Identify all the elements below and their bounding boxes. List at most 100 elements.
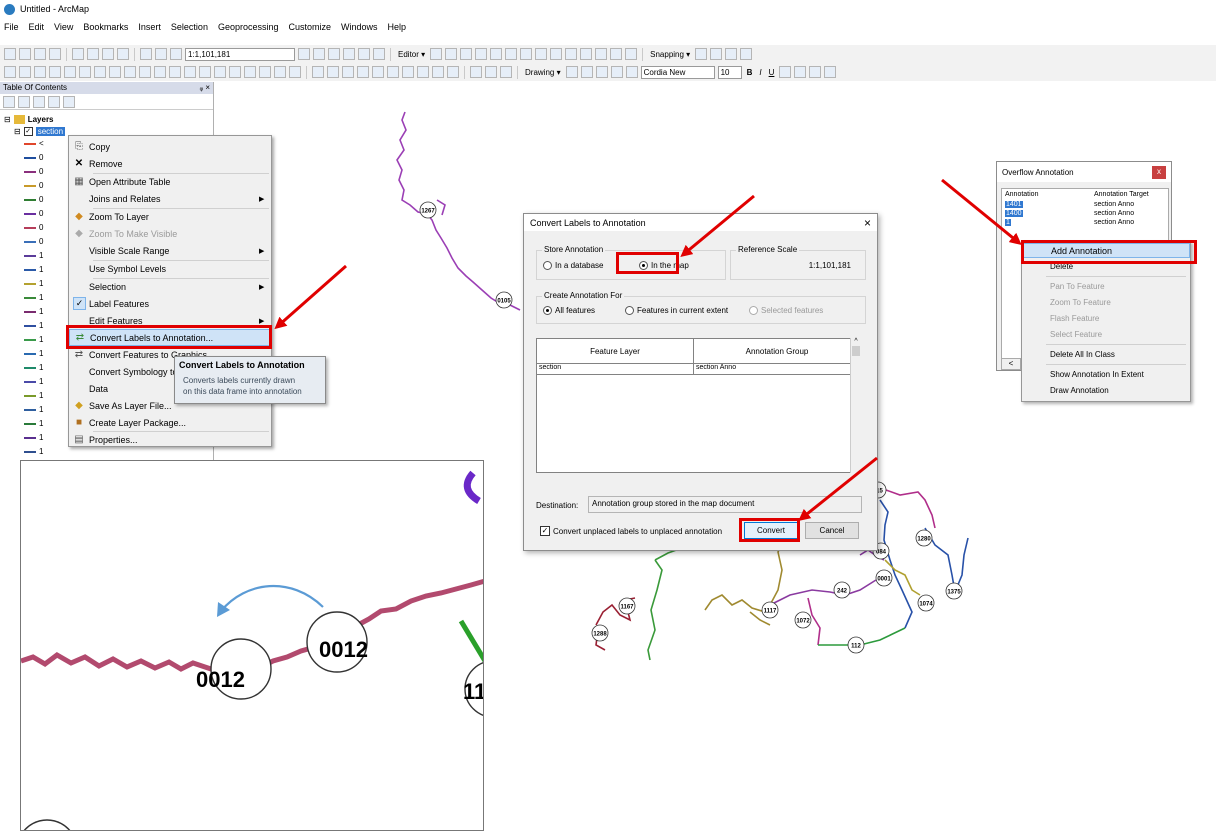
- menu-add-annotation[interactable]: Add Annotation: [1022, 243, 1190, 258]
- go-to-xy-icon[interactable]: [259, 66, 271, 78]
- radio-selected-features[interactable]: Selected features: [749, 306, 823, 315]
- undo-icon[interactable]: [140, 48, 152, 60]
- edge-snap-icon[interactable]: [740, 48, 753, 60]
- find-route-icon[interactable]: [244, 66, 256, 78]
- menu-draw-annotation[interactable]: Draw Annotation: [1022, 383, 1190, 398]
- cell-annotation-group[interactable]: section Anno: [694, 364, 860, 374]
- italic-button[interactable]: I: [759, 68, 761, 77]
- lock-labels-icon[interactable]: [357, 66, 369, 78]
- select-features-icon[interactable]: [124, 66, 136, 78]
- menu-pan-to-feature[interactable]: Pan To Feature: [1022, 279, 1190, 294]
- legend-item[interactable]: <: [24, 139, 44, 148]
- font-combo[interactable]: Cordia New: [640, 65, 715, 79]
- menu-zoom-to-make-visible[interactable]: ◆ Zoom To Make Visible: [69, 225, 271, 242]
- marker-color-icon[interactable]: [824, 66, 837, 78]
- legend-item[interactable]: 1: [24, 293, 43, 302]
- menu-select-feature[interactable]: Select Feature: [1022, 327, 1190, 342]
- legend-item[interactable]: 1: [24, 307, 43, 316]
- identify-icon[interactable]: [169, 66, 181, 78]
- legend-item[interactable]: 1: [24, 447, 43, 456]
- scroll-thumb[interactable]: [852, 346, 860, 356]
- radio-in-map[interactable]: In the map: [639, 261, 689, 270]
- arctoolbox-icon[interactable]: [358, 48, 370, 60]
- attributes-icon[interactable]: [595, 48, 608, 60]
- legend-item[interactable]: 1: [24, 377, 43, 386]
- viewer-icon[interactable]: [289, 66, 301, 78]
- zoom-out-icon[interactable]: [19, 66, 31, 78]
- menu-copy[interactable]: ⎘ Copy: [69, 138, 271, 155]
- delete-icon[interactable]: [117, 48, 129, 60]
- point-icon[interactable]: [505, 48, 518, 60]
- vertex-snap-icon[interactable]: [725, 48, 738, 60]
- zoom-in-icon[interactable]: [4, 66, 16, 78]
- print-icon[interactable]: [49, 48, 61, 60]
- menu-zoom-to-layer[interactable]: ◆ Zoom To Layer: [69, 208, 271, 225]
- menu-label-features[interactable]: ✓ Label Features: [69, 295, 271, 312]
- save-icon[interactable]: [34, 48, 46, 60]
- measure-icon[interactable]: [214, 66, 226, 78]
- legend-item[interactable]: 0: [24, 167, 43, 176]
- legend-item[interactable]: 1: [24, 251, 43, 260]
- time-slider-icon[interactable]: [274, 66, 286, 78]
- legend-item[interactable]: 1: [24, 349, 43, 358]
- menu-zoom-to-feature[interactable]: Zoom To Feature: [1022, 295, 1190, 310]
- editor-menu[interactable]: Editor ▾: [398, 50, 425, 59]
- back-icon[interactable]: [94, 66, 106, 78]
- rotate-icon[interactable]: [580, 48, 593, 60]
- snapping-menu[interactable]: Snapping ▾: [650, 50, 690, 59]
- split-icon[interactable]: [565, 48, 578, 60]
- legend-item[interactable]: 1: [24, 321, 43, 330]
- menu-view[interactable]: View: [54, 22, 73, 32]
- fixed-zoom-in-icon[interactable]: [64, 66, 76, 78]
- convert-button[interactable]: Convert: [744, 522, 798, 539]
- create-features-icon[interactable]: [625, 48, 638, 60]
- menu-edit-features[interactable]: Edit Features ▶: [69, 312, 271, 329]
- data-driven-icon[interactable]: [500, 66, 512, 78]
- menu-help[interactable]: Help: [388, 22, 407, 32]
- legend-item[interactable]: 0: [24, 223, 43, 232]
- list-item[interactable]: 1 section Anno: [1002, 219, 1168, 228]
- find-icon[interactable]: [229, 66, 241, 78]
- end-snap-icon[interactable]: [710, 48, 723, 60]
- edit-tool-icon[interactable]: [430, 48, 443, 60]
- label-manager-icon[interactable]: [312, 66, 324, 78]
- new-text-icon[interactable]: [610, 66, 623, 78]
- legend-item[interactable]: 1: [24, 363, 43, 372]
- overflow-close-button[interactable]: x: [1152, 165, 1166, 179]
- dialog-close-button[interactable]: ×: [864, 216, 871, 230]
- legend-item[interactable]: 0: [24, 195, 43, 204]
- menu-remove[interactable]: ✕ Remove: [69, 155, 271, 172]
- menu-selection[interactable]: Selection: [171, 22, 208, 32]
- legend-item[interactable]: 1: [24, 405, 43, 414]
- clear-selection-icon[interactable]: [139, 66, 151, 78]
- list-by-drawing-order-icon[interactable]: [3, 95, 15, 108]
- legend-item[interactable]: 0: [24, 153, 43, 162]
- point-snap-icon[interactable]: [695, 48, 708, 60]
- collapse-icon[interactable]: ⊟: [4, 115, 11, 124]
- section-layer-node[interactable]: ⊟ ✓ section: [14, 127, 66, 136]
- radio-in-database[interactable]: In a database: [543, 261, 603, 270]
- georef-icon[interactable]: [402, 66, 414, 78]
- hyperlink-icon[interactable]: [184, 66, 196, 78]
- fill-bucket-icon[interactable]: [794, 66, 807, 78]
- cut-icon[interactable]: [72, 48, 84, 60]
- menu-joins-relates[interactable]: Joins and Relates ▶: [69, 190, 271, 207]
- html-popup-icon[interactable]: [199, 66, 211, 78]
- rectangle-icon[interactable]: [595, 66, 608, 78]
- reshape-icon[interactable]: [535, 48, 548, 60]
- drawing-menu[interactable]: Drawing ▾: [525, 68, 561, 77]
- edit-annotation-icon[interactable]: [445, 48, 458, 60]
- legend-item[interactable]: 1: [24, 335, 43, 344]
- cut-polygons-icon[interactable]: [550, 48, 563, 60]
- options-icon[interactable]: [63, 95, 75, 108]
- pan-icon[interactable]: [34, 66, 46, 78]
- fill-color-icon[interactable]: [447, 66, 459, 78]
- legend-item[interactable]: 1: [24, 419, 43, 428]
- menu-visible-scale-range[interactable]: Visible Scale Range ▶: [69, 242, 271, 259]
- legend-item[interactable]: 0: [24, 237, 43, 246]
- edit-vertices-icon[interactable]: [520, 48, 533, 60]
- straight-segment-icon[interactable]: [460, 48, 473, 60]
- menu-customize[interactable]: Customize: [289, 22, 332, 32]
- print-preview-icon[interactable]: [485, 66, 497, 78]
- menu-delete[interactable]: Delete: [1022, 259, 1190, 274]
